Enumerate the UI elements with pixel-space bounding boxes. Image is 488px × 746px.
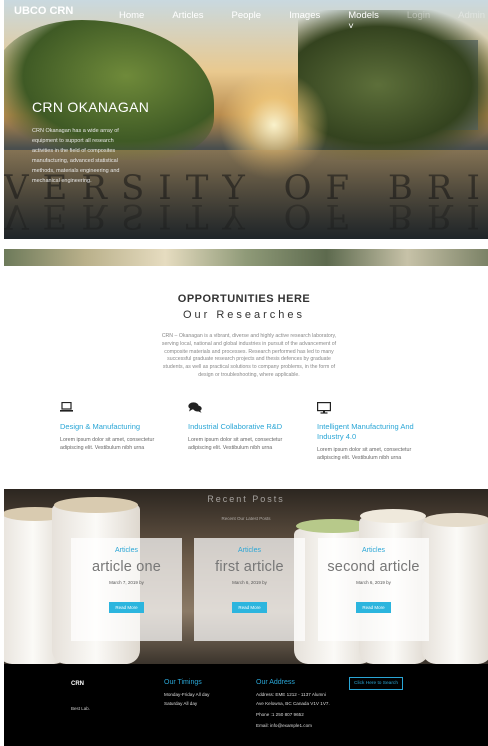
read-more-button[interactable]: Read More [356, 602, 391, 613]
hero-sign-reflection: VERSITY OF BRITISH [4, 196, 488, 236]
read-more-button[interactable]: Read More [109, 602, 144, 613]
feature-text: Lorem ipsum dolor sit amet, consectetur … [317, 447, 412, 461]
nav-articles[interactable]: Articles [172, 10, 203, 32]
read-more-button[interactable]: Read More [232, 602, 267, 613]
brand-logo[interactable]: UBCO CRN [14, 5, 73, 17]
address-line: Address: EME 1212 - 1137 Alumni [256, 692, 326, 697]
footer-brand: CRN [71, 681, 84, 687]
posts-subtitle: Recent Our Latest Posts [221, 516, 271, 521]
main-nav: Home Articles People Images Models ˅ Log… [119, 10, 488, 32]
post-category[interactable]: Articles [318, 547, 429, 554]
nav-admin[interactable]: Admin [458, 10, 485, 32]
chat-icon [188, 402, 202, 413]
nav-images[interactable]: Images [289, 10, 320, 32]
search-button[interactable]: Click Here to Search [349, 677, 403, 690]
footer-tagline: Best Lab. [71, 706, 91, 711]
hero-banner: VERSITY OF BRITISH VERSITY OF BRITISH UB… [4, 0, 488, 239]
post-date: March 6, 2019 by [232, 580, 267, 585]
email-text[interactable]: Email: info@example1.com [256, 723, 312, 728]
nav-home[interactable]: Home [119, 10, 144, 32]
laptop-icon [60, 401, 73, 412]
post-category[interactable]: Articles [194, 547, 305, 554]
post-card: Articles first article March 6, 2019 by … [194, 538, 305, 641]
section-subtitle: Our Researches [182, 309, 306, 321]
nav-login[interactable]: Login [407, 10, 430, 32]
hero-title: CRN OKANAGAN [32, 99, 150, 115]
cup-image [422, 521, 488, 664]
timings-title: Our Timings [164, 679, 202, 686]
phone-text: Phone :1 250 807 9652 [256, 712, 304, 717]
timings-line: Monday-Friday All day [164, 692, 210, 697]
feature-title[interactable]: Intelligent Manufacturing And Industry 4… [317, 422, 429, 442]
image-strip [4, 249, 488, 266]
nav-people[interactable]: People [232, 10, 262, 32]
address-title: Our Address [256, 679, 295, 686]
feature-text: Lorem ipsum dolor sit amet, consectetur … [188, 437, 283, 451]
feature-title[interactable]: Design & Manufacturing [60, 422, 178, 432]
posts-title: Recent Posts [207, 494, 285, 504]
post-category[interactable]: Articles [71, 547, 182, 554]
post-date: March 6, 2019 by [356, 580, 391, 585]
section-description: CRN – Okanagan is a vibrant, diverse and… [161, 333, 337, 378]
post-date: March 7, 2019 by [109, 580, 144, 585]
feature-title[interactable]: Industrial Collaborative R&D [188, 422, 306, 432]
recent-posts-section: Recent Posts Recent Our Latest Posts Art… [4, 489, 488, 664]
post-title[interactable]: second article [318, 559, 429, 575]
post-card: Articles second article March 6, 2019 by… [318, 538, 429, 641]
nav-models[interactable]: Models ˅ [348, 10, 379, 32]
post-card: Articles article one March 7, 2019 by Re… [71, 538, 182, 641]
footer: CRN Best Lab. Our Timings Monday-Friday … [4, 664, 488, 746]
monitor-icon [317, 402, 332, 414]
section-title: OPPORTUNITIES HERE [177, 293, 311, 305]
hero-text: CRN Okanagan has a wide array of equipme… [32, 128, 120, 184]
post-title[interactable]: article one [71, 559, 182, 575]
feature-collaborative: Industrial Collaborative R&D Lorem ipsum… [188, 402, 306, 452]
feature-design: Design & Manufacturing Lorem ipsum dolor… [60, 401, 178, 452]
post-title[interactable]: first article [194, 559, 305, 575]
feature-intelligent: Intelligent Manufacturing And Industry 4… [317, 402, 429, 462]
address-line: Ave Kelowna, BC Canada V1V 1V7. [256, 701, 330, 706]
timings-line: Saturday All day [164, 701, 198, 706]
feature-text: Lorem ipsum dolor sit amet, consectetur … [60, 437, 155, 451]
